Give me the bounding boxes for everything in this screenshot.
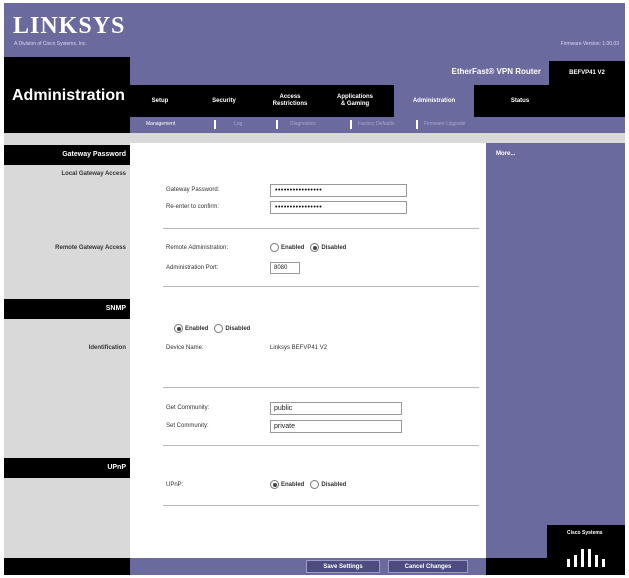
upnp-enabled-radio[interactable] bbox=[270, 480, 279, 489]
remote-admin-radio-group: Enabled Disabled bbox=[270, 243, 352, 252]
divider bbox=[163, 286, 479, 287]
radio-label-enabled: Enabled bbox=[185, 325, 209, 332]
action-bar: Save Settings Cancel Changes bbox=[130, 558, 486, 575]
get-community-input[interactable]: public bbox=[270, 402, 402, 415]
set-community-input[interactable]: private bbox=[270, 420, 402, 433]
upnp-radio-group: Enabled Disabled bbox=[270, 480, 352, 489]
tab-setup[interactable]: Setup bbox=[140, 85, 180, 117]
help-panel: More... bbox=[486, 133, 625, 558]
radio-label-enabled: Enabled bbox=[281, 244, 305, 251]
sub-tabs: Management Log Diagnostics Factory Defau… bbox=[130, 117, 625, 133]
radio-label-disabled: Disabled bbox=[321, 481, 347, 488]
router-admin-page: LINKSYS A Division of Cisco Systems, Inc… bbox=[4, 3, 625, 575]
label-identification: Identification bbox=[88, 345, 126, 351]
section-upnp: UPnP bbox=[4, 458, 130, 478]
tab-access-restrictions[interactable]: Access Restrictions bbox=[262, 85, 318, 117]
help-top-band bbox=[486, 133, 625, 143]
help-more-link[interactable]: More... bbox=[496, 151, 515, 157]
radio-label-disabled: Disabled bbox=[225, 325, 251, 332]
gateway-password-label: Gateway Password: bbox=[166, 187, 220, 193]
firmware-version: Firmware Version: 1.00.03 bbox=[560, 41, 619, 47]
section-gateway-password: Gateway Password bbox=[4, 145, 130, 165]
brand-tagline: A Division of Cisco Systems, Inc. bbox=[14, 41, 87, 47]
subtab-divider bbox=[416, 120, 418, 129]
divider bbox=[163, 387, 479, 388]
divider bbox=[163, 505, 479, 506]
reenter-password-input[interactable]: •••••••••••••••• bbox=[270, 201, 407, 214]
settings-panel: Gateway Password: •••••••••••••••• Re-en… bbox=[130, 133, 486, 558]
subtab-factory-defaults[interactable]: Factory Defaults bbox=[358, 121, 394, 127]
tab-status[interactable]: Status bbox=[484, 85, 556, 117]
upnp-label: UPnP: bbox=[166, 482, 184, 488]
snmp-disabled-radio[interactable] bbox=[214, 324, 224, 333]
reenter-password-label: Re-enter to confirm: bbox=[166, 204, 220, 210]
set-community-label: Set Community: bbox=[166, 423, 209, 429]
subtab-management[interactable]: Management bbox=[146, 121, 175, 127]
remote-admin-label: Remote Administration: bbox=[166, 245, 229, 251]
section-snmp: SNMP bbox=[4, 299, 130, 319]
radio-label-disabled: Disabled bbox=[321, 244, 347, 251]
subtab-divider bbox=[276, 120, 278, 129]
cancel-changes-button[interactable]: Cancel Changes bbox=[388, 560, 468, 573]
upnp-disabled-radio[interactable] bbox=[310, 480, 320, 489]
tab-security[interactable]: Security bbox=[200, 85, 248, 117]
label-local-gateway-access: Local Gateway Access bbox=[61, 171, 126, 177]
label-remote-gateway-access: Remote Gateway Access bbox=[55, 245, 126, 251]
linksys-logo: LINKSYS bbox=[13, 13, 126, 39]
brand-header: LINKSYS A Division of Cisco Systems, Inc… bbox=[4, 3, 625, 57]
product-row: EtherFast® VPN Router BEFVP41 V2 bbox=[130, 57, 625, 85]
subtab-firmware-upgrade[interactable]: Firmware Upgrade bbox=[424, 121, 465, 127]
subtab-divider bbox=[350, 120, 352, 129]
page-title: Administration bbox=[12, 87, 125, 104]
device-name-label: Device Name: bbox=[166, 345, 204, 351]
subtab-divider bbox=[214, 120, 216, 129]
snmp-enabled-radio[interactable] bbox=[174, 324, 183, 333]
content-top-band bbox=[130, 133, 486, 143]
main-tabs: Setup Security Access Restrictions Appli… bbox=[130, 85, 625, 117]
tab-administration[interactable]: Administration bbox=[394, 85, 474, 117]
remote-admin-disabled-radio[interactable] bbox=[310, 243, 320, 252]
admin-port-input[interactable]: 8080 bbox=[270, 262, 300, 274]
settings-form: Gateway Password: •••••••••••••••• Re-en… bbox=[138, 143, 481, 558]
admin-port-label: Administration Port: bbox=[166, 265, 219, 271]
subtab-diagnostics[interactable]: Diagnostics bbox=[290, 121, 316, 127]
tab-applications-gaming[interactable]: Applications & Gaming bbox=[324, 85, 386, 117]
get-community-label: Get Community: bbox=[166, 405, 210, 411]
footer-left bbox=[4, 558, 130, 575]
section-sidebar: Gateway Password Local Gateway Access Re… bbox=[4, 133, 130, 558]
model-number: BEFVP41 V2 bbox=[549, 61, 625, 85]
remote-admin-enabled-radio[interactable] bbox=[270, 243, 279, 252]
divider bbox=[163, 228, 479, 229]
radio-label-enabled: Enabled bbox=[281, 481, 305, 488]
save-settings-button[interactable]: Save Settings bbox=[306, 560, 380, 573]
divider bbox=[163, 445, 479, 446]
cisco-logo-text: Cisco Systems bbox=[567, 530, 603, 536]
snmp-radio-group: Enabled Disabled bbox=[174, 324, 256, 333]
product-name: EtherFast® VPN Router bbox=[451, 67, 541, 76]
device-name-value: Linksys BEFVP41 V2 bbox=[270, 345, 328, 351]
subtab-log[interactable]: Log bbox=[234, 121, 242, 127]
gateway-password-input[interactable]: •••••••••••••••• bbox=[270, 184, 407, 197]
